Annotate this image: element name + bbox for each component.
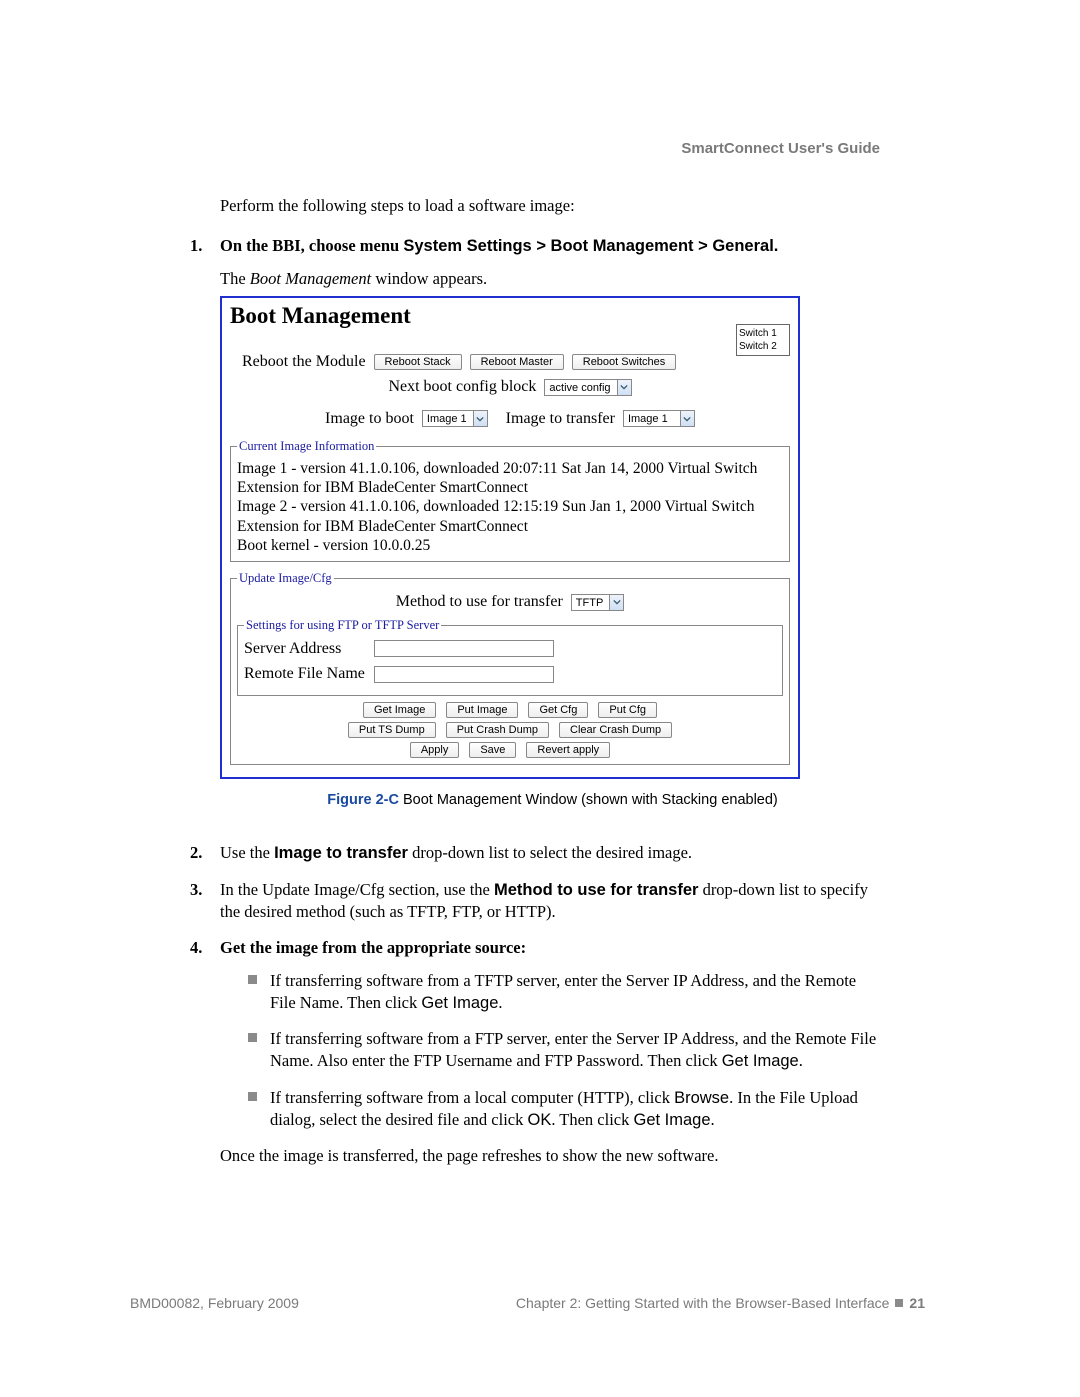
panel-title: Boot Management — [230, 300, 790, 331]
bullet-ftp: If transferring software from a FTP serv… — [248, 1028, 885, 1073]
put-crash-dump-button[interactable]: Put Crash Dump — [446, 722, 549, 738]
step-2-post: drop-down list to select the desired ima… — [408, 843, 692, 862]
after-list-text: Once the image is transferred, the page … — [220, 1145, 885, 1167]
step-1-sub-pre: The — [220, 269, 250, 288]
get-cfg-button[interactable]: Get Cfg — [528, 702, 588, 718]
remote-file-input[interactable] — [374, 666, 554, 683]
step-1-sub-ital: Boot Management — [250, 269, 371, 288]
step-4-number: 4. — [190, 937, 220, 1167]
apply-button[interactable]: Apply — [410, 742, 460, 758]
bullet-tftp: If transferring software from a TFTP ser… — [248, 970, 885, 1015]
step-2-number: 2. — [190, 842, 220, 864]
image-boot-value: Image 1 — [423, 411, 473, 426]
image-transfer-select[interactable]: Image 1 — [623, 410, 695, 427]
save-button[interactable]: Save — [469, 742, 516, 758]
boot-kernel-info: Boot kernel - version 10.0.0.25 — [237, 536, 783, 555]
switch-2-option[interactable]: Switch 2 — [739, 340, 787, 353]
step-3-bold: Method to use for transfer — [494, 881, 698, 899]
server-address-input[interactable] — [374, 640, 554, 657]
next-boot-block-select[interactable]: active config — [544, 379, 631, 396]
method-label: Method to use for transfer — [396, 591, 563, 613]
chevron-down-icon — [617, 380, 631, 395]
ftp-tftp-settings-legend: Settings for using FTP or TFTP Server — [244, 617, 441, 634]
clear-crash-dump-button[interactable]: Clear Crash Dump — [559, 722, 672, 738]
footer-right: Chapter 2: Getting Started with the Brow… — [516, 1295, 925, 1311]
step-4-text: Get the image from the appropriate sourc… — [220, 938, 526, 957]
revert-apply-button[interactable]: Revert apply — [526, 742, 610, 758]
image-transfer-value: Image 1 — [624, 411, 680, 426]
current-image-info-legend: Current Image Information — [237, 438, 376, 455]
get-image-button[interactable]: Get Image — [363, 702, 436, 718]
bullet-http: If transferring software from a local co… — [248, 1087, 885, 1132]
step-3-pre: In the Update Image/Cfg section, use the — [220, 880, 494, 899]
boot-management-panel: Boot Management Switch 1 Switch 2 Reboot… — [220, 296, 800, 779]
ftp-tftp-settings-group: Settings for using FTP or TFTP Server Se… — [237, 617, 783, 696]
step-1-path: System Settings > Boot Management > Gene… — [403, 237, 778, 255]
image-1-info: Image 1 - version 41.1.0.106, downloaded… — [237, 459, 783, 498]
image-boot-select[interactable]: Image 1 — [422, 410, 488, 427]
current-image-info-group: Current Image Information Image 1 - vers… — [230, 438, 790, 563]
intro-text: Perform the following steps to load a so… — [220, 195, 885, 217]
chevron-down-icon — [473, 411, 487, 426]
reboot-master-button[interactable]: Reboot Master — [470, 354, 564, 370]
update-image-cfg-group: Update Image/Cfg Method to use for trans… — [230, 570, 790, 765]
image-2-info: Image 2 - version 41.1.0.106, downloaded… — [237, 497, 783, 536]
image-transfer-label: Image to transfer — [506, 408, 615, 430]
method-value: TFTP — [572, 595, 610, 610]
figure-number: Figure 2-C — [327, 792, 399, 808]
method-select[interactable]: TFTP — [571, 594, 625, 611]
reboot-switches-button[interactable]: Reboot Switches — [572, 354, 677, 370]
switch-selector[interactable]: Switch 1 Switch 2 — [736, 324, 790, 356]
remote-file-label: Remote File Name — [244, 663, 366, 685]
server-address-label: Server Address — [244, 638, 366, 660]
reboot-stack-button[interactable]: Reboot Stack — [374, 354, 462, 370]
step-2-pre: Use the — [220, 843, 274, 862]
update-image-cfg-legend: Update Image/Cfg — [237, 570, 334, 587]
next-boot-block-label: Next boot config block — [388, 376, 536, 398]
put-cfg-button[interactable]: Put Cfg — [598, 702, 657, 718]
chevron-down-icon — [680, 411, 694, 426]
footer-left: BMD00082, February 2009 — [130, 1295, 299, 1311]
switch-1-option[interactable]: Switch 1 — [739, 327, 787, 340]
step-3-number: 3. — [190, 879, 220, 924]
step-1-number: 1. — [190, 235, 220, 828]
doc-header: SmartConnect User's Guide — [681, 140, 880, 157]
put-image-button[interactable]: Put Image — [446, 702, 518, 718]
next-boot-block-value: active config — [545, 380, 616, 395]
step-1-sub-post: window appears. — [371, 269, 487, 288]
step-1-pre: On the BBI, choose menu — [220, 236, 403, 255]
chevron-down-icon — [609, 595, 623, 610]
step-2-bold: Image to transfer — [274, 844, 408, 862]
reboot-module-label: Reboot the Module — [242, 351, 366, 373]
put-ts-dump-button[interactable]: Put TS Dump — [348, 722, 436, 738]
image-boot-label: Image to boot — [325, 408, 414, 430]
square-bullet-icon — [895, 1299, 903, 1307]
figure-caption: Boot Management Window (shown with Stack… — [399, 792, 778, 808]
